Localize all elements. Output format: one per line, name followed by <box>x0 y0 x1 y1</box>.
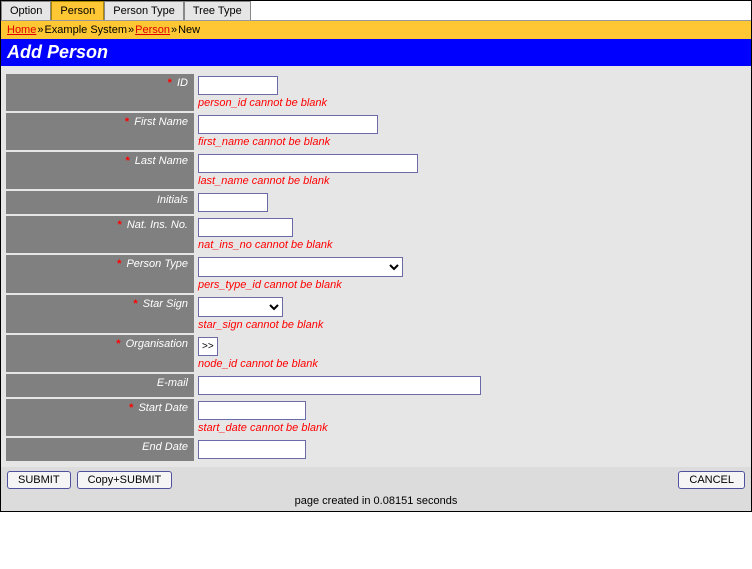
required-marker: * <box>129 402 133 414</box>
tab-tree-type[interactable]: Tree Type <box>184 1 251 20</box>
label-text: End Date <box>142 441 188 453</box>
cancel-button[interactable]: CANCEL <box>678 471 745 489</box>
footer-status: page created in 0.08151 seconds <box>1 493 751 511</box>
submit-button[interactable]: SUBMIT <box>7 471 71 489</box>
breadcrumb-sep: » <box>171 24 177 36</box>
star-sign-error: star_sign cannot be blank <box>198 319 742 331</box>
first-name-error: first_name cannot be blank <box>198 136 742 148</box>
organisation-error: node_id cannot be blank <box>198 358 742 370</box>
required-marker: * <box>125 155 129 167</box>
label-text: ID <box>177 77 188 89</box>
breadcrumb-home[interactable]: Home <box>7 24 36 36</box>
last-name-error: last_name cannot be blank <box>198 175 742 187</box>
app-window: Option Person Person Type Tree Type Home… <box>0 0 752 512</box>
form-table: * ID person_id cannot be blank * First N… <box>6 72 746 463</box>
label-first-name: * First Name <box>6 113 194 150</box>
last-name-input[interactable] <box>198 154 418 173</box>
required-marker: * <box>116 338 120 350</box>
page-title: Add Person <box>1 39 751 66</box>
first-name-input[interactable] <box>198 115 378 134</box>
breadcrumb-system: Example System <box>44 24 127 36</box>
label-text: First Name <box>134 116 188 128</box>
tab-person[interactable]: Person <box>51 1 104 20</box>
tab-bar: Option Person Person Type Tree Type <box>1 1 751 21</box>
label-text: Person Type <box>126 258 188 270</box>
label-text: Organisation <box>126 338 188 350</box>
star-sign-select[interactable] <box>198 297 283 317</box>
id-input[interactable] <box>198 76 278 95</box>
copy-submit-button[interactable]: Copy+SUBMIT <box>77 471 173 489</box>
email-input[interactable] <box>198 376 481 395</box>
person-type-select[interactable] <box>198 257 403 277</box>
tab-person-type[interactable]: Person Type <box>104 1 184 20</box>
breadcrumb-current: New <box>178 24 200 36</box>
breadcrumb-person[interactable]: Person <box>135 24 170 36</box>
label-nat-ins-no: * Nat. Ins. No. <box>6 216 194 253</box>
label-text: Initials <box>157 194 188 206</box>
person-type-error: pers_type_id cannot be blank <box>198 279 742 291</box>
required-marker: * <box>133 298 137 310</box>
form-area: * ID person_id cannot be blank * First N… <box>1 66 751 467</box>
label-text: Last Name <box>135 155 188 167</box>
organisation-popup-button[interactable]: >> <box>198 337 218 356</box>
initials-input[interactable] <box>198 193 268 212</box>
breadcrumb-sep: » <box>128 24 134 36</box>
label-initials: Initials <box>6 191 194 214</box>
label-email: E-mail <box>6 374 194 397</box>
label-text: E-mail <box>157 377 188 389</box>
required-marker: * <box>117 258 121 270</box>
label-end-date: End Date <box>6 438 194 461</box>
button-bar: SUBMIT Copy+SUBMIT CANCEL <box>1 467 751 493</box>
start-date-error: start_date cannot be blank <box>198 422 742 434</box>
nat-ins-no-error: nat_ins_no cannot be blank <box>198 239 742 251</box>
label-star-sign: * Star Sign <box>6 295 194 333</box>
label-id: * ID <box>6 74 194 111</box>
breadcrumb: Home»Example System»Person»New <box>1 21 751 39</box>
label-person-type: * Person Type <box>6 255 194 293</box>
breadcrumb-sep: » <box>37 24 43 36</box>
label-text: Nat. Ins. No. <box>127 219 188 231</box>
start-date-input[interactable] <box>198 401 306 420</box>
label-start-date: * Start Date <box>6 399 194 436</box>
label-organisation: * Organisation <box>6 335 194 372</box>
required-marker: * <box>125 116 129 128</box>
tab-option[interactable]: Option <box>1 1 51 20</box>
label-text: Star Sign <box>143 298 188 310</box>
label-text: Start Date <box>138 402 188 414</box>
id-error: person_id cannot be blank <box>198 97 742 109</box>
label-last-name: * Last Name <box>6 152 194 189</box>
required-marker: * <box>118 219 122 231</box>
required-marker: * <box>168 77 172 89</box>
nat-ins-no-input[interactable] <box>198 218 293 237</box>
end-date-input[interactable] <box>198 440 306 459</box>
